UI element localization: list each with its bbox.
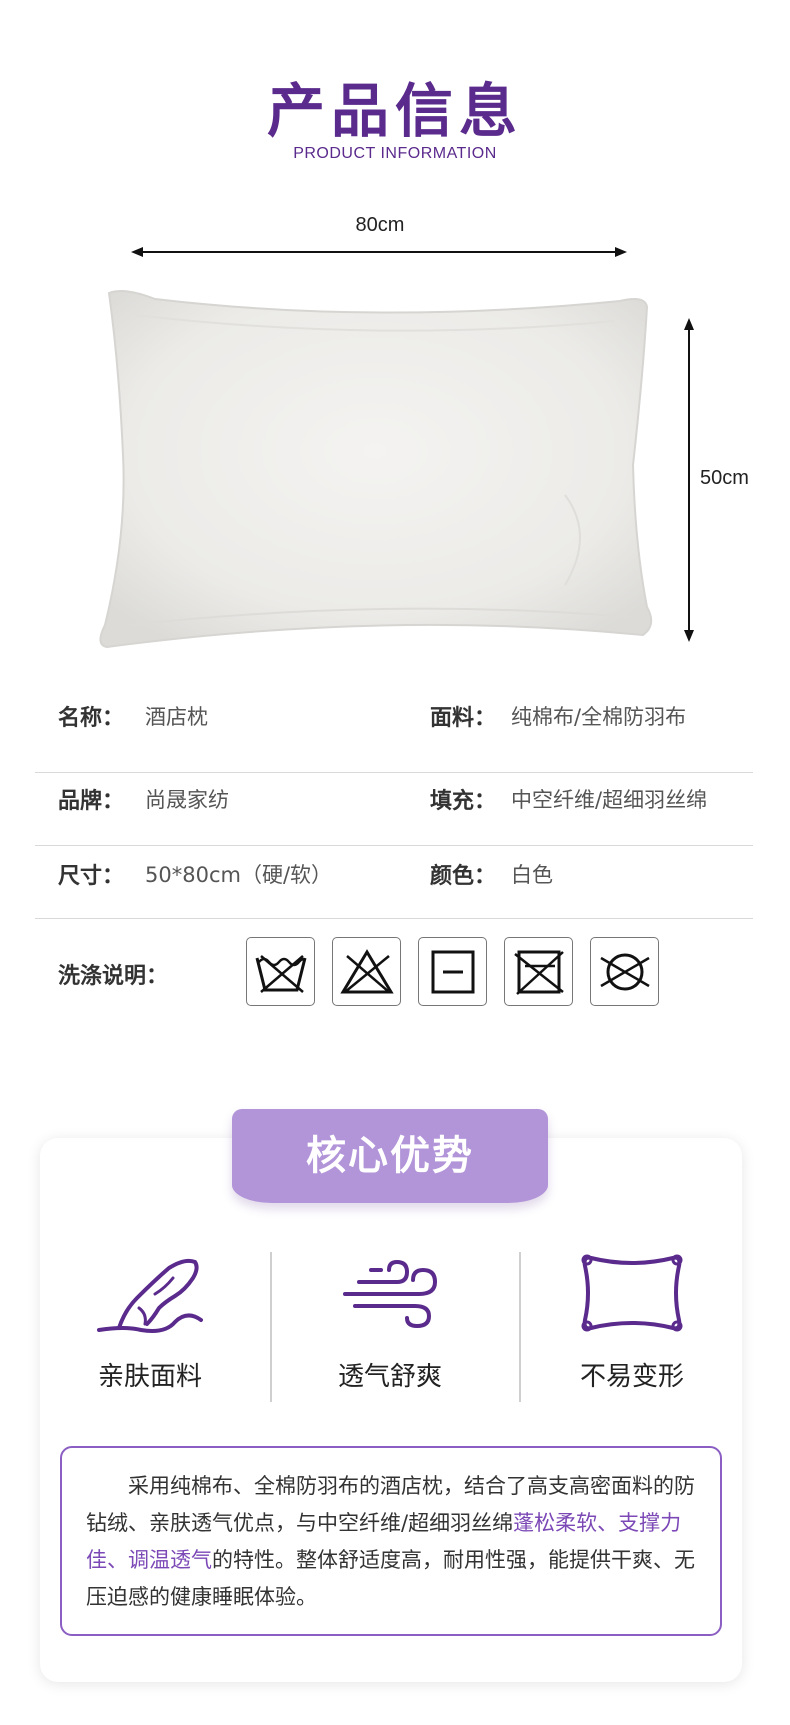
spec-value: 白色 [511, 863, 553, 887]
feature-item: 透气舒爽 [270, 1250, 510, 1393]
spec-value: 中空纤维/超细羽丝绵 [511, 788, 708, 812]
wash-instructions-label: 洗涤说明： [58, 964, 169, 989]
feature-label: 不易变形 [579, 1362, 684, 1392]
spec-value: 尚晟家纺 [145, 788, 229, 812]
pillow-photo [95, 285, 670, 659]
advantages-banner: 核心优势 [232, 1109, 548, 1203]
feature-label: 亲肤面料 [97, 1362, 202, 1392]
feature-label: 透气舒爽 [337, 1362, 442, 1392]
wind-icon [343, 1259, 438, 1329]
spec-label: 尺寸： [58, 864, 125, 889]
spec-table: 名称： 酒店枕 面料： 纯棉布/全棉防羽布 品牌： 尚晟家纺 填充： 中空纤维/… [35, 700, 753, 919]
wash-icons [246, 937, 659, 1006]
spec-label: 品牌： [58, 789, 125, 814]
spec-label: 填充： [430, 789, 497, 814]
feature-item: 亲肤面料 [30, 1250, 270, 1393]
do-not-iron-icon [504, 937, 573, 1006]
spec-row: 尺寸： 50*80cm（硬/软） 颜色： 白色 [35, 846, 753, 919]
hand-touch-icon [97, 1258, 203, 1333]
do-not-dry-clean-icon [590, 937, 659, 1006]
tumble-dry-icon [418, 937, 487, 1006]
spec-row: 品牌： 尚晟家纺 填充： 中空纤维/超细羽丝绵 [35, 773, 753, 846]
spec-value: 50*80cm（硬/软） [145, 863, 333, 887]
spec-row: 名称： 酒店枕 面料： 纯棉布/全棉防羽布 [35, 700, 753, 773]
spec-value: 酒店枕 [145, 705, 208, 729]
spec-label: 名称： [58, 706, 125, 731]
spec-label: 颜色： [430, 864, 497, 889]
spec-value: 纯棉布/全棉防羽布 [511, 705, 687, 729]
pillow-icon [581, 1254, 683, 1332]
feature-item: 不易变形 [512, 1250, 752, 1393]
hand-wash-icon [246, 937, 315, 1006]
spec-label: 面料： [430, 706, 497, 731]
description-box: 采用纯棉布、全棉防羽布的酒店枕，结合了高支高密面料的防钻绒、亲肤透气优点，与中空… [60, 1446, 722, 1636]
do-not-bleach-icon [332, 937, 401, 1006]
